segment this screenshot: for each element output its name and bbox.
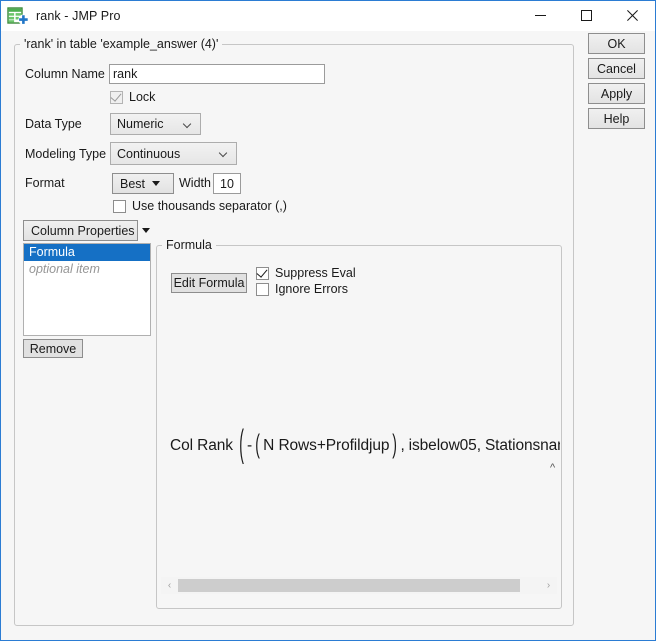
window-title: rank - JMP Pro bbox=[36, 9, 121, 23]
data-type-label: Data Type bbox=[25, 117, 82, 131]
formula-open-paren: ( bbox=[239, 424, 244, 467]
ignore-errors-checkbox[interactable]: Ignore Errors bbox=[256, 282, 348, 296]
list-item[interactable]: optional item bbox=[24, 261, 150, 278]
column-properties-list[interactable]: Formula optional item bbox=[23, 243, 151, 336]
column-properties-label: Column Properties bbox=[31, 223, 135, 238]
data-type-combo[interactable]: Numeric bbox=[110, 113, 201, 135]
formula-function-name: Col Rank bbox=[170, 437, 233, 454]
chevron-down-icon bbox=[183, 120, 192, 129]
formula-negate-operator: - bbox=[247, 437, 253, 454]
edit-formula-button[interactable]: Edit Formula bbox=[171, 273, 247, 293]
modeling-type-value: Continuous bbox=[117, 146, 181, 161]
lock-checkbox-box bbox=[110, 89, 123, 104]
close-button[interactable] bbox=[609, 1, 655, 30]
lock-checkbox[interactable]: Lock bbox=[110, 89, 156, 104]
ignore-errors-label: Ignore Errors bbox=[275, 282, 348, 296]
formula-plus-operator: + bbox=[316, 437, 326, 454]
cancel-button-label: Cancel bbox=[597, 61, 636, 76]
thousands-separator-checkbox-box bbox=[113, 199, 126, 213]
suppress-eval-checkbox-box bbox=[256, 265, 269, 280]
modeling-type-combo[interactable]: Continuous bbox=[110, 142, 237, 165]
scrollbar-track[interactable] bbox=[178, 577, 540, 594]
formula-expression: Col Rank ( - ( N Rows + Profildjup ) , i… bbox=[170, 427, 560, 464]
modeling-type-label: Modeling Type bbox=[25, 147, 107, 161]
formula-horizontal-scrollbar[interactable]: ‹ › bbox=[161, 577, 557, 594]
column-name-input[interactable] bbox=[109, 64, 325, 84]
triangle-down-icon bbox=[141, 228, 150, 233]
suppress-eval-label: Suppress Eval bbox=[275, 266, 356, 280]
minimize-button[interactable] bbox=[517, 1, 563, 30]
triangle-down-icon bbox=[152, 181, 161, 186]
ok-button[interactable]: OK bbox=[588, 33, 645, 54]
formula-display-area[interactable]: Col Rank ( - ( N Rows + Profildjup ) , i… bbox=[158, 301, 560, 571]
scrollbar-thumb[interactable] bbox=[178, 579, 520, 592]
cancel-button[interactable]: Cancel bbox=[588, 58, 645, 79]
lock-checkbox-label: Lock bbox=[129, 90, 156, 104]
ignore-errors-checkbox-box bbox=[256, 282, 269, 296]
formula-inner-close-paren: ) bbox=[392, 430, 398, 461]
width-input[interactable] bbox=[213, 173, 241, 194]
formula-comma-2: , bbox=[476, 437, 481, 454]
formula-arg1-b: Profildjup bbox=[325, 437, 390, 454]
title-bar: rank - JMP Pro bbox=[1, 1, 655, 31]
scroll-left-arrow-icon[interactable]: ‹ bbox=[161, 577, 178, 594]
chevron-down-icon bbox=[219, 149, 228, 158]
formula-inner-open-paren: ( bbox=[255, 430, 260, 461]
formula-group-legend: Formula bbox=[162, 238, 216, 252]
ok-button-label: OK bbox=[607, 36, 626, 51]
table-column-add-icon bbox=[7, 6, 29, 26]
column-properties-menu-button[interactable]: Column Properties bbox=[23, 220, 150, 241]
thousands-separator-label: Use thousands separator (,) bbox=[132, 199, 287, 213]
remove-button-label: Remove bbox=[29, 341, 77, 356]
edit-formula-button-label: Edit Formula bbox=[173, 276, 245, 290]
window-controls bbox=[517, 1, 655, 31]
remove-button[interactable]: Remove bbox=[23, 339, 83, 358]
help-button-label: Help bbox=[603, 111, 630, 126]
formula-arg3: Stationsnamn bbox=[484, 437, 560, 454]
help-button[interactable]: Help bbox=[588, 108, 645, 129]
format-menu-button[interactable]: Best bbox=[112, 173, 174, 194]
maximize-button[interactable] bbox=[563, 1, 609, 30]
format-label: Format bbox=[25, 176, 65, 190]
data-type-value: Numeric bbox=[117, 117, 164, 131]
list-item[interactable]: Formula bbox=[24, 244, 150, 261]
thousands-separator-checkbox[interactable]: Use thousands separator (,) bbox=[113, 199, 287, 213]
apply-button-label: Apply bbox=[600, 86, 633, 101]
jmp-column-info-dialog: rank - JMP Pro 'rank' in table 'example_… bbox=[0, 0, 656, 641]
suppress-eval-checkbox[interactable]: Suppress Eval bbox=[256, 265, 356, 280]
formula-caret-marker: ^ bbox=[550, 462, 556, 474]
column-name-label: Column Name bbox=[25, 67, 105, 81]
scroll-right-arrow-icon[interactable]: › bbox=[540, 577, 557, 594]
formula-arg1-a: N Rows bbox=[263, 437, 317, 454]
formula-comma-1: , bbox=[400, 437, 405, 454]
apply-button[interactable]: Apply bbox=[588, 83, 645, 104]
format-value: Best bbox=[120, 176, 146, 191]
column-info-group-legend: 'rank' in table 'example_answer (4)' bbox=[20, 37, 223, 51]
width-label: Width bbox=[179, 176, 211, 190]
formula-arg2: isbelow05 bbox=[408, 437, 477, 454]
